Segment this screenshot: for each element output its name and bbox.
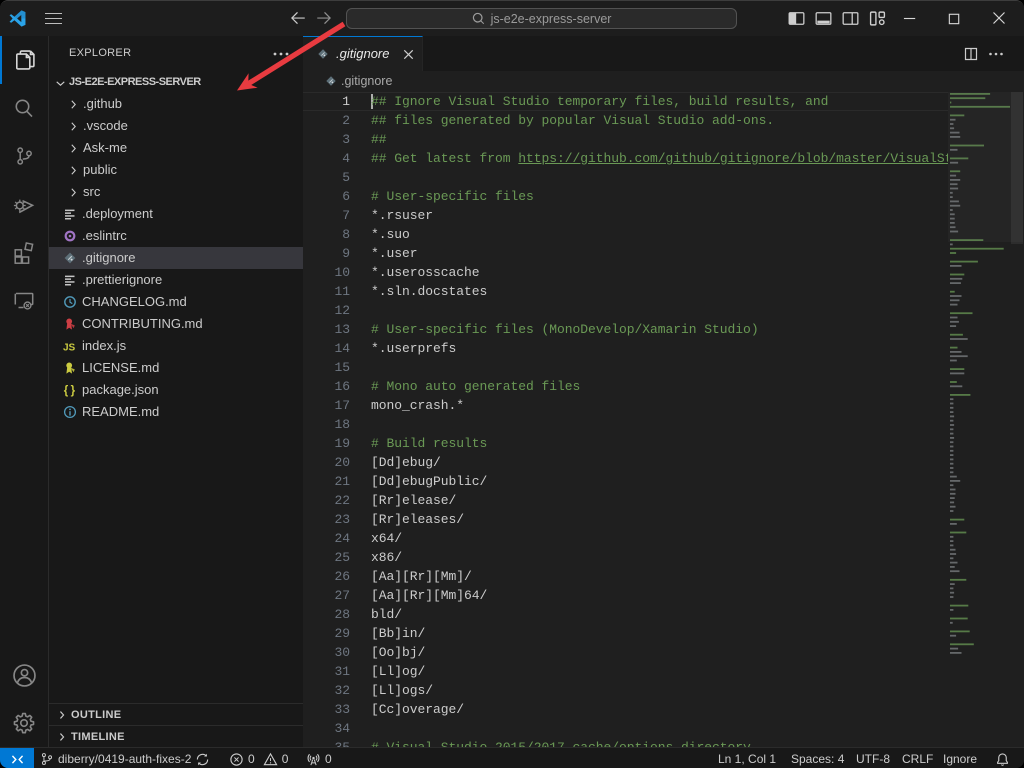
svg-text:JS: JS	[63, 343, 76, 354]
svg-text:{ }: { }	[64, 385, 76, 397]
